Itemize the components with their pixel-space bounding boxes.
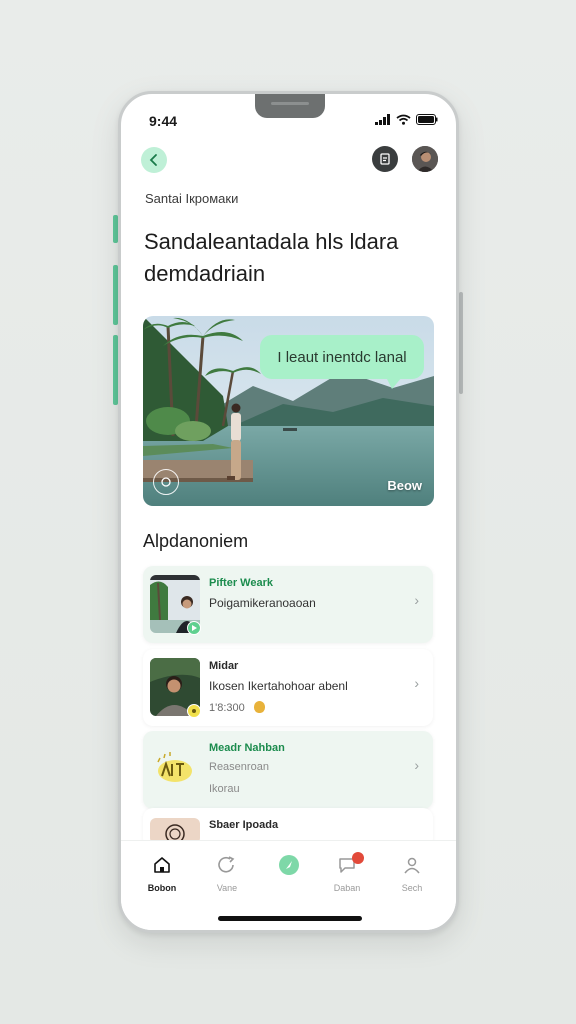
- replay-icon: [161, 477, 171, 487]
- list-item[interactable]: Midar Ikosen Ikertahohoar abenl 1'8:300 …: [143, 649, 433, 726]
- list-item-message: Reasenroan: [209, 761, 269, 773]
- list-item-message: Poigamikeranoaoan: [209, 596, 316, 610]
- battery-icon: [416, 114, 438, 125]
- side-button-power: [459, 292, 463, 394]
- send-icon: [279, 855, 299, 875]
- list-item[interactable]: Pifter Weark Poigamikeranoaoan ›: [143, 566, 433, 643]
- list-item-time: 1'8:300: [209, 701, 265, 714]
- tab-profile-label: Sech: [401, 883, 423, 893]
- phone-frame: 9:44 Santai Ікромаки Sandaleantadala hls…: [118, 91, 459, 933]
- list-item-thumbnail: [150, 740, 200, 798]
- notification-badge: [352, 852, 364, 864]
- dot-icon: [192, 709, 196, 713]
- status-time: 9:44: [149, 113, 178, 129]
- status-badge: [187, 704, 201, 718]
- list-item-name: Meadr Nahban: [209, 742, 285, 754]
- tab-messages[interactable]: Daban: [317, 852, 377, 893]
- money-bag-icon: [253, 701, 265, 713]
- back-button[interactable]: [141, 147, 167, 173]
- document-icon: [380, 153, 390, 165]
- tab-create[interactable]: [259, 853, 319, 883]
- logo-icon: [157, 752, 192, 782]
- chevron-right-icon: ›: [414, 675, 419, 691]
- tab-messages-label: Daban: [333, 883, 361, 893]
- chevron-right-icon: ›: [414, 592, 419, 608]
- list-item-name: Pifter Weark: [209, 577, 273, 589]
- wifi-icon: [396, 114, 411, 125]
- tab-home[interactable]: Bobon: [132, 853, 192, 893]
- home-icon: [154, 857, 170, 873]
- chevron-right-icon: ›: [414, 757, 419, 773]
- back-arrow-icon: [149, 154, 157, 166]
- user-icon: [404, 857, 420, 874]
- play-button[interactable]: [153, 469, 179, 495]
- profile-avatar-button[interactable]: [412, 146, 438, 172]
- status-bar: 9:44: [121, 111, 456, 131]
- list-item-name: Midar: [209, 660, 239, 672]
- status-icons: [375, 114, 438, 125]
- tab-explore-label: Vane: [216, 883, 238, 893]
- online-badge: [187, 621, 201, 635]
- list-item-name: Sbaer Ipoada: [209, 819, 279, 831]
- refresh-icon: [218, 856, 235, 873]
- speech-bubble: I leaut inentdc lanal: [260, 335, 424, 389]
- hero-caption: Beow: [387, 478, 422, 493]
- signal-icon: [375, 114, 390, 125]
- list-item[interactable]: Meadr Nahban Reasenroan Ikorau ›: [143, 731, 433, 809]
- tab-home-label: Bobon: [147, 883, 177, 893]
- list-item-subtext: Ikorau: [209, 783, 240, 795]
- list-item-time-text: 1'8:300: [209, 702, 245, 714]
- list-item-message: Ikosen Ikertahohoar abenl: [209, 679, 348, 693]
- tab-profile[interactable]: Sech: [382, 853, 442, 893]
- page-subtitle: Santai Ікромаки: [145, 191, 239, 206]
- share-button[interactable]: [372, 146, 398, 172]
- section-title: Alpdanoniem: [143, 531, 249, 551]
- play-small-icon: [192, 625, 197, 631]
- tab-explore[interactable]: Vane: [197, 853, 257, 893]
- hero-image-card[interactable]: I leaut inentdc lanal Beow: [143, 316, 434, 506]
- page-title: Sandaleantadala hls ldara demdadriain: [144, 229, 399, 286]
- home-indicator: [218, 916, 362, 921]
- avatar-icon: [412, 146, 438, 172]
